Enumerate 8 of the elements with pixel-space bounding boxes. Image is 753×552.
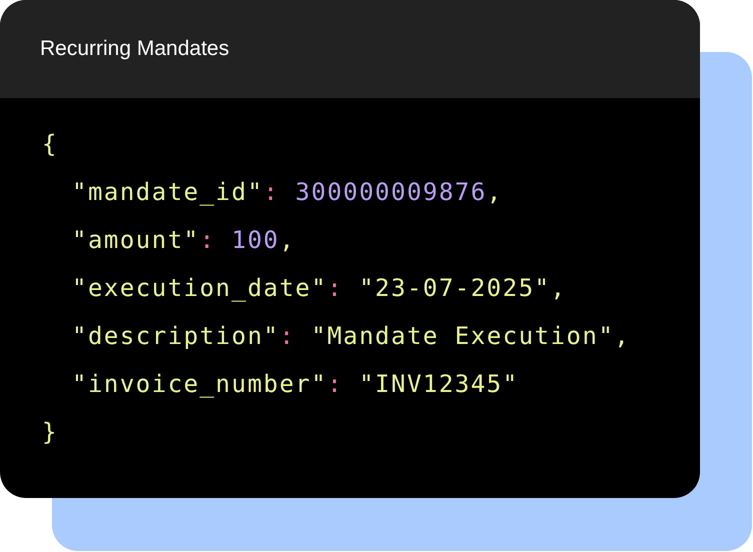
card-title: Recurring Mandates [40,37,230,61]
code-line: } [42,417,58,448]
code-line: "mandate_id": 300000009876, [72,177,503,208]
code-line: "invoice_number": "INV12345" [72,369,519,400]
code-line: { [42,129,58,160]
code-line: "execution_date": "23-07-2025", [72,273,566,304]
code-line: "description": "Mandate Execution", [72,321,630,352]
code-line: "amount": 100, [72,225,296,256]
